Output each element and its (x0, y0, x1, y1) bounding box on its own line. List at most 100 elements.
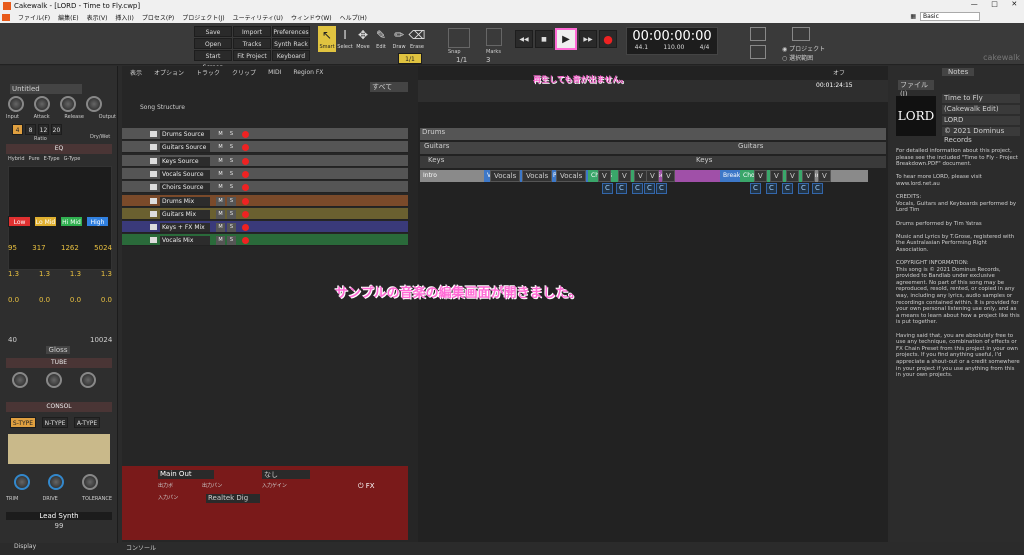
snap-icon[interactable] (448, 28, 470, 48)
solo-button[interactable]: S (227, 209, 236, 219)
eq-value[interactable]: 0.0 (39, 296, 50, 304)
tool-erase[interactable]: ⌫ Erase (408, 26, 426, 52)
track-name[interactable]: Vocals Source (160, 169, 210, 179)
eq-mode[interactable]: Pure (29, 156, 40, 162)
track-menu-item[interactable]: MIDI (268, 69, 281, 76)
choir-clip[interactable]: C (616, 183, 627, 194)
ratio-button[interactable]: 12 (38, 124, 49, 135)
radio-selection[interactable]: ○ 選択範囲 (782, 53, 813, 62)
tool-select[interactable]: I Select (336, 26, 354, 52)
eq-value[interactable]: 1.3 (101, 270, 112, 278)
record-arm-button[interactable] (242, 210, 249, 218)
trim-knob[interactable] (14, 474, 30, 490)
track-row[interactable]: Keys Source M S (122, 154, 408, 167)
eq-mode[interactable]: Hybrid (8, 156, 25, 162)
track-row[interactable]: Guitars Source M S (122, 141, 408, 154)
choir-clip[interactable]: C (632, 183, 643, 194)
menu-item[interactable]: ヘルプ(H) (336, 13, 371, 22)
tube-header[interactable]: TUBE (6, 358, 112, 368)
tool-edit[interactable]: ✎ Edit (372, 26, 390, 52)
solo-button[interactable]: S (227, 143, 236, 153)
file-menu[interactable]: ファイル(I) (898, 80, 934, 98)
menu-item[interactable]: ファイル(F) (14, 13, 54, 22)
mute-button[interactable]: M (216, 236, 225, 246)
track-name[interactable]: Keys + FX Mix (160, 223, 210, 233)
snap-value[interactable]: 1/1 (456, 56, 467, 64)
eq-value[interactable]: 0.0 (70, 296, 81, 304)
choir-clip[interactable]: C (766, 183, 777, 194)
tool-move[interactable]: ✥ Move (354, 26, 372, 52)
minimize-icon[interactable]: — (971, 0, 978, 8)
mute-button[interactable]: M (216, 169, 225, 179)
eq-value[interactable]: 1.3 (70, 270, 81, 278)
radio-project[interactable]: ◉ プロジェクト (782, 44, 825, 53)
menu-item[interactable]: ウィンドウ(W) (287, 13, 336, 22)
input-knob[interactable] (8, 96, 24, 112)
gloss-button[interactable]: Gloss (46, 346, 70, 354)
console-tab[interactable]: コンソール (126, 543, 156, 552)
vocal-clip[interactable]: V (634, 170, 647, 182)
record-arm-button[interactable] (242, 157, 249, 165)
solo-button[interactable]: S (227, 236, 236, 246)
eq-mode[interactable]: G-Type (64, 156, 81, 162)
quick-button[interactable]: Import (233, 26, 271, 37)
track-menu-item[interactable]: トラック (196, 68, 220, 77)
vocal-clip[interactable]: V (646, 170, 659, 182)
record-arm-button[interactable] (242, 197, 249, 205)
eq-value[interactable]: 1.3 (8, 270, 19, 278)
vocal-clip[interactable]: V (662, 170, 675, 182)
track-name[interactable]: Guitars Source (160, 143, 210, 153)
meter-display[interactable]: 4/4 (700, 44, 710, 51)
filter-select[interactable]: すべて (370, 82, 408, 92)
synth-name[interactable]: Lead Synth (6, 512, 112, 520)
track-row[interactable]: Guitars Mix M S (122, 207, 408, 220)
vocal-clip[interactable]: V (770, 170, 783, 182)
choir-clip[interactable]: C (602, 183, 613, 194)
mute-button[interactable]: M (216, 196, 225, 206)
record-arm-button[interactable] (242, 170, 249, 178)
menu-item[interactable]: ユーティリティ(U) (229, 13, 287, 22)
record-arm-button[interactable] (242, 144, 249, 152)
mute-button[interactable]: M (216, 183, 225, 193)
close-icon[interactable]: ✕ (1011, 0, 1017, 8)
eq-value[interactable]: 317 (32, 244, 45, 252)
vocal-clip[interactable]: V (802, 170, 815, 182)
maximize-icon[interactable]: □ (991, 0, 998, 8)
mute-button[interactable]: M (216, 156, 225, 166)
export-icon[interactable] (792, 27, 810, 41)
track-menu-item[interactable]: クリップ (232, 68, 256, 77)
consol-header[interactable]: CONSOL (6, 402, 112, 412)
vocal-clip[interactable]: V (598, 170, 611, 182)
record-button[interactable]: ● (599, 30, 617, 48)
mute-button[interactable]: M (216, 209, 225, 219)
record-arm-button[interactable] (242, 184, 249, 192)
solo-button[interactable]: S (227, 169, 236, 179)
keys-lane[interactable]: Keys Keys (420, 156, 886, 168)
track-name[interactable]: Guitars Mix (160, 209, 210, 219)
choir-clip[interactable]: C (750, 183, 761, 194)
quick-button[interactable]: Keyboard (272, 50, 310, 61)
track-menu-item[interactable]: 表示 (130, 68, 142, 77)
track-row[interactable]: Vocals Source M S (122, 167, 408, 180)
record-arm-button[interactable] (242, 224, 249, 232)
attack-knob[interactable] (34, 96, 50, 112)
guitars-lane[interactable]: Guitars Guitars (420, 142, 886, 154)
marks-value[interactable]: 3 (486, 56, 490, 64)
ratio-button[interactable]: 4 (12, 124, 23, 135)
eq-value[interactable]: 5024 (94, 244, 112, 252)
track-row[interactable]: Keys + FX Mix M S (122, 221, 408, 234)
track-name[interactable]: Drums Mix (160, 196, 210, 206)
none-select[interactable]: なし (262, 470, 310, 479)
eq-band[interactable]: High (86, 216, 109, 227)
track-name[interactable]: Drums Source (160, 130, 210, 139)
track-name[interactable]: Keys Source (160, 156, 210, 166)
solo-button[interactable]: S (227, 196, 236, 206)
vocal-clip[interactable]: Vocals (556, 170, 587, 182)
rewind-icon[interactable]: ◀◀ (515, 30, 533, 48)
solo-button[interactable]: S (227, 223, 236, 233)
console-type[interactable]: N-TYPE (42, 417, 68, 428)
quick-button[interactable]: Preferences (272, 26, 310, 37)
menu-item[interactable]: プロセス(P) (138, 13, 178, 22)
mute-button[interactable]: M (216, 143, 225, 153)
eq-value[interactable]: 95 (8, 244, 17, 252)
